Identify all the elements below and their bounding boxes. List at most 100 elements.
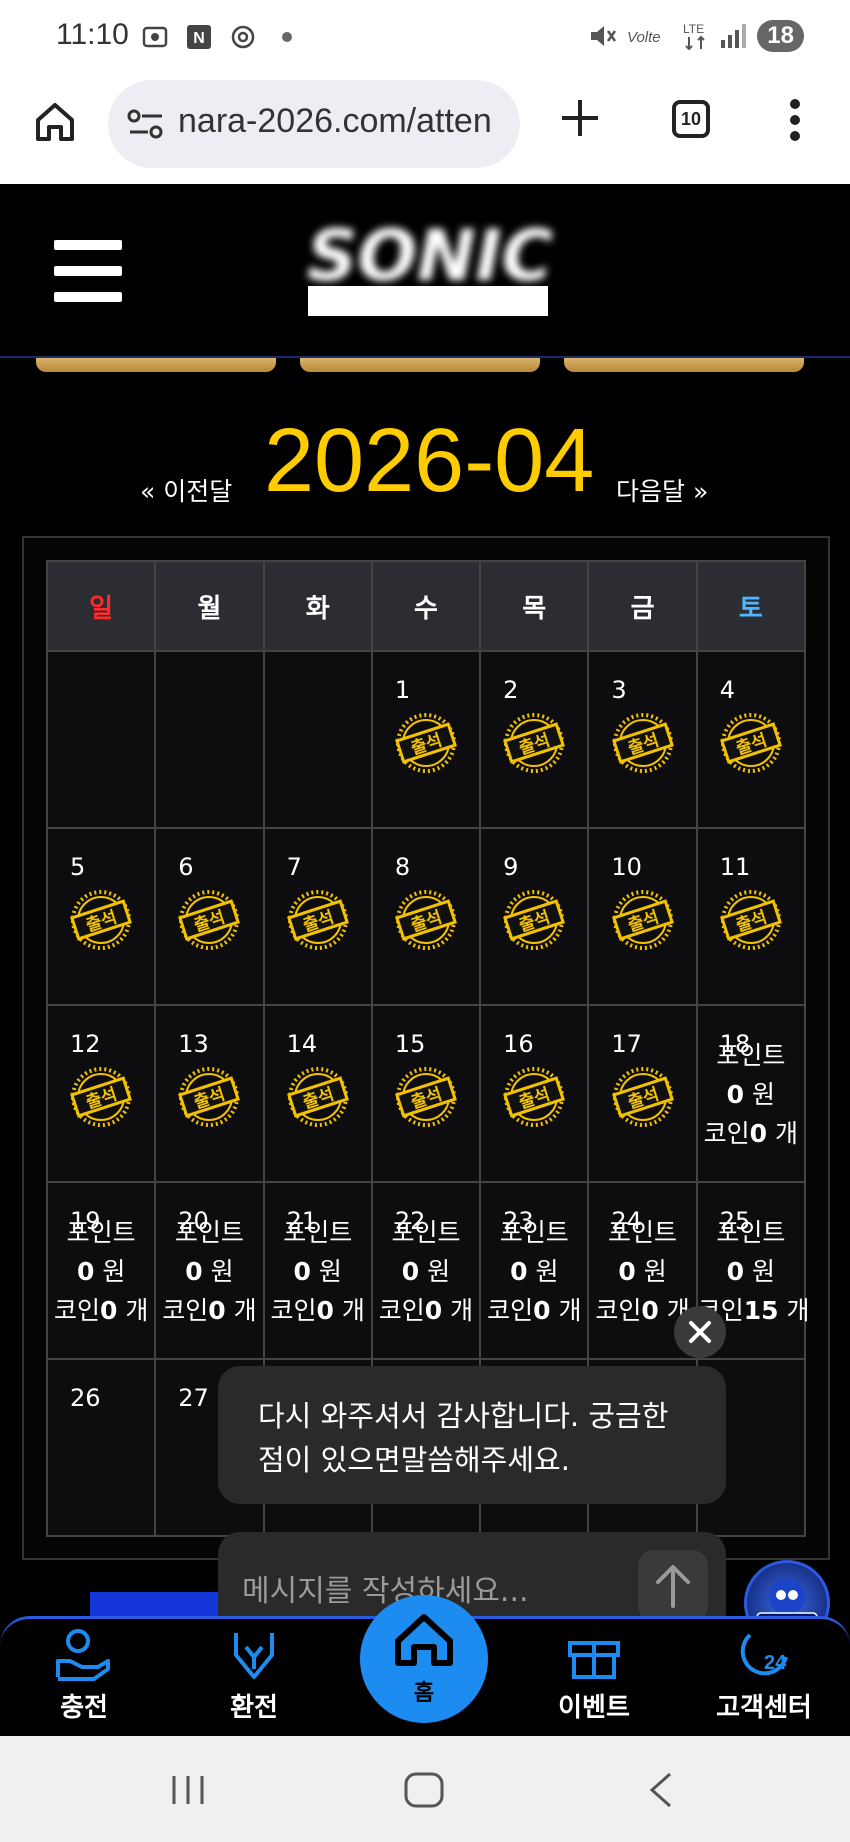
coin-label: 코인 [703,1119,750,1148]
chat-send-button[interactable] [638,1550,708,1622]
weekday-mon: 월 [154,560,265,652]
coin-unit: 개 [450,1296,474,1325]
site-header: SONIC [0,184,850,358]
android-navigation-bar [0,1736,850,1842]
coin-label: 코인 [595,1296,642,1325]
tab-switcher-button[interactable]: 10 [672,100,710,138]
attendance-stamp-icon: 출석 [178,1067,241,1127]
home-icon [36,103,74,141]
points-label: 포인트 [391,1218,461,1247]
gift-icon [568,1641,620,1679]
coin-label: 코인 [378,1296,425,1325]
calendar-day-cell: 6 출석 [154,827,265,1006]
system-icons: Volte LTE 18 [587,20,804,52]
coin-unit: 개 [341,1296,365,1325]
status-bar: 11:10 N Volte LTE 18 [0,0,850,76]
chat-message-bubble: 다시 와주셔서 감사합니다. 궁금한점이 있으면말씀해주세요. [218,1366,726,1504]
url-text: nara-2026.com/atten [178,102,492,140]
month-title: 2026-04 [264,411,595,511]
calendar-day-cell: 2 출석 [479,650,590,829]
category-tab[interactable] [300,358,540,372]
points-value: 0 [726,1257,745,1286]
attendance-stamp-icon: 출석 [395,890,457,950]
attendance-stamp-icon: 출석 [70,1067,133,1127]
day-number: 5 [70,853,86,881]
day-number: 9 [503,853,519,881]
daily-reward-summary: 포인트 0 원 코인0 개 [698,1036,804,1153]
coin-unit: 개 [125,1296,149,1325]
svg-text:N: N [193,30,205,47]
calendar-day-cell: 7 출석 [262,827,373,1006]
day-number: 1 [394,676,411,704]
coin-label: 코인 [53,1296,100,1325]
day-number: 4 [719,676,735,704]
nav-charge-label: 충전 [60,1693,108,1723]
prev-month-link[interactable]: « 이전달 [140,472,232,508]
coin-unit: 개 [233,1296,257,1325]
next-month-link[interactable]: 다음달 » [616,472,708,508]
more-vert-icon [790,99,800,141]
battery-level: 18 [757,20,804,52]
calendar-day-cell: 21 포인트 0 원 코인0 개 [262,1181,373,1360]
hamburger-menu-icon[interactable] [54,240,122,302]
calendar-day-cell: 19 포인트 0 원 코인0 개 [45,1181,157,1360]
points-label: 포인트 [716,1041,786,1070]
browser-home-button[interactable] [30,96,80,146]
nav-home-button[interactable]: 홈 [360,1595,488,1723]
coin-unit: 개 [786,1296,810,1325]
nav-support[interactable]: 24 고객센터 [704,1627,824,1724]
weekday-wed: 수 [370,560,482,652]
coin-value: 0 [316,1296,334,1325]
coin-value: 0 [641,1296,659,1325]
attendance-stamp-icon: 출석 [611,1067,674,1127]
chat-close-button[interactable] [674,1306,726,1358]
back-icon[interactable] [646,1770,676,1810]
new-tab-button[interactable] [558,96,602,140]
calendar-day-cell: 5 출석 [45,827,157,1006]
coin-value: 0 [533,1296,551,1325]
calendar-day-cell: 8 출석 [370,827,482,1006]
category-tabs [0,358,850,374]
android-home-icon[interactable] [402,1770,446,1810]
browser-menu-button[interactable] [788,98,802,142]
recent-apps-icon[interactable] [168,1772,208,1808]
naver-icon: N [184,22,214,52]
points-unit: 원 [427,1257,451,1286]
points-label: 포인트 [608,1218,678,1247]
lte-icon: LTE [683,22,706,51]
nav-event[interactable]: 이벤트 [534,1627,654,1724]
points-value: 0 [76,1257,95,1286]
points-value: 0 [401,1257,420,1286]
nav-home-label: 홈 [413,1681,435,1706]
calendar-day-cell: 4 출석 [695,650,807,829]
address-bar[interactable]: nara-2026.com/atten [108,80,520,168]
points-value: 0 [185,1257,203,1286]
nav-event-label: 이벤트 [558,1693,630,1723]
day-number: 13 [178,1030,209,1058]
nav-exchange[interactable]: 환전 [194,1627,314,1724]
category-tab[interactable] [564,358,804,372]
points-unit: 원 [752,1080,776,1109]
screenshot-icon [140,22,170,52]
calendar-day-cell [154,650,265,829]
day-number: 3 [611,676,627,704]
arrow-up-icon [656,1565,690,1608]
nav-charge[interactable]: 충전 [24,1627,144,1724]
points-unit: 원 [535,1257,559,1286]
day-number: 2 [503,676,519,704]
calendar-day-cell: 14 출석 [262,1004,373,1183]
calendar-day-cell [262,650,373,829]
coin-value: 0 [749,1119,768,1148]
points-unit: 원 [643,1257,667,1286]
weekday-tue: 화 [262,560,373,652]
day-number: 7 [286,853,302,881]
category-tab[interactable] [36,358,276,372]
threads-icon [228,22,258,52]
weekday-header-row: 일 월 화 수 목 금 토 [45,560,807,652]
calendar-week-row: 1 출석 2 출석 3 출석 4 출석 [45,650,807,829]
day-number: 14 [286,1030,318,1058]
calendar-day-cell: 10 출석 [587,827,698,1006]
attendance-stamp-icon: 출석 [503,713,566,773]
site-settings-icon[interactable] [126,108,166,140]
points-label: 포인트 [716,1218,786,1247]
